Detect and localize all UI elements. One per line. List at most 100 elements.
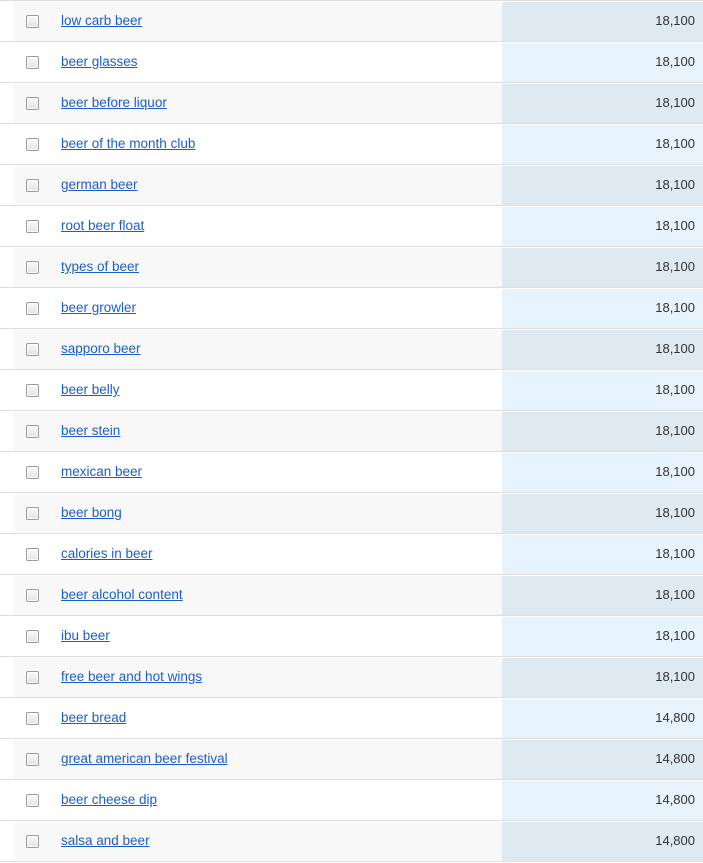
search-volume-value: 18,100 — [655, 341, 695, 356]
table-row[interactable]: calories in beer 18,100 — [0, 533, 703, 575]
row-select-checkbox[interactable] — [26, 834, 39, 848]
keyword-link[interactable]: types of beer — [61, 259, 139, 275]
row-select-checkbox[interactable] — [26, 588, 39, 602]
row-select-checkbox[interactable] — [26, 752, 39, 766]
keyword-link[interactable]: beer stein — [61, 423, 120, 439]
table-row[interactable]: root beer float 18,100 — [0, 205, 703, 247]
row-select-checkbox[interactable] — [26, 55, 39, 69]
search-volume-cell: 18,100 — [502, 164, 703, 206]
row-select-checkbox[interactable] — [26, 547, 39, 561]
keyword-link[interactable]: root beer float — [61, 218, 144, 234]
keyword-cell: german beer — [0, 164, 502, 206]
row-select-checkbox[interactable] — [26, 465, 39, 479]
row-select-checkbox[interactable] — [26, 137, 39, 151]
table-row[interactable]: beer belly 18,100 — [0, 369, 703, 411]
table-row[interactable]: beer bread 14,800 — [0, 697, 703, 739]
search-volume-cell-inner: 18,100 — [502, 575, 703, 615]
keyword-link[interactable]: beer belly — [61, 382, 120, 398]
row-select-checkbox[interactable] — [26, 342, 39, 356]
row-select-checkbox[interactable] — [26, 178, 39, 192]
keyword-link[interactable]: calories in beer — [61, 546, 153, 562]
keyword-link[interactable]: free beer and hot wings — [61, 669, 202, 685]
row-select-checkbox[interactable] — [26, 219, 39, 233]
search-volume-cell-inner: 18,100 — [502, 370, 703, 410]
table-row[interactable]: types of beer 18,100 — [0, 246, 703, 288]
table-row[interactable]: beer alcohol content 18,100 — [0, 574, 703, 616]
row-select-checkbox[interactable] — [26, 14, 39, 28]
keyword-link[interactable]: beer cheese dip — [61, 792, 157, 808]
keyword-link[interactable]: german beer — [61, 177, 138, 193]
row-select-checkbox[interactable] — [26, 301, 39, 315]
keyword-link[interactable]: ibu beer — [61, 628, 110, 644]
row-select-checkbox[interactable] — [26, 383, 39, 397]
row-select-checkbox[interactable] — [26, 629, 39, 643]
table-row[interactable]: beer of the month club 18,100 — [0, 123, 703, 165]
search-volume-cell-inner: 14,800 — [502, 780, 703, 820]
keyword-cell: sapporo beer — [0, 328, 502, 370]
search-volume-value: 18,100 — [655, 54, 695, 69]
keyword-link[interactable]: beer glasses — [61, 54, 138, 70]
table-row[interactable]: beer bong 18,100 — [0, 492, 703, 534]
keyword-cell-inner: free beer and hot wings — [13, 657, 502, 697]
row-select-checkbox[interactable] — [26, 793, 39, 807]
search-volume-value: 18,100 — [655, 259, 695, 274]
search-volume-cell-inner: 18,100 — [502, 124, 703, 164]
search-volume-cell: 18,100 — [502, 205, 703, 247]
row-select-checkbox[interactable] — [26, 260, 39, 274]
table-row[interactable]: beer stein 18,100 — [0, 410, 703, 452]
search-volume-cell-inner: 18,100 — [502, 493, 703, 533]
keyword-cell: free beer and hot wings — [0, 656, 502, 698]
table-row[interactable]: great american beer festival 14,800 — [0, 738, 703, 780]
table-row[interactable]: ibu beer 18,100 — [0, 615, 703, 657]
search-volume-value: 14,800 — [655, 710, 695, 725]
keyword-cell-inner: beer of the month club — [13, 124, 502, 164]
table-row[interactable]: german beer 18,100 — [0, 164, 703, 206]
table-row[interactable]: beer growler 18,100 — [0, 287, 703, 329]
search-volume-cell-inner: 14,800 — [502, 739, 703, 779]
keyword-link[interactable]: beer growler — [61, 300, 136, 316]
keyword-cell-inner: great american beer festival — [13, 739, 502, 779]
search-volume-cell: 18,100 — [502, 656, 703, 698]
keyword-cell-inner: beer bong — [13, 493, 502, 533]
search-volume-cell-inner: 18,100 — [502, 616, 703, 656]
search-volume-value: 18,100 — [655, 136, 695, 151]
keyword-cell: beer bong — [0, 492, 502, 534]
keyword-link[interactable]: mexican beer — [61, 464, 142, 480]
row-select-checkbox[interactable] — [26, 711, 39, 725]
keyword-link[interactable]: beer bread — [61, 710, 126, 726]
table-row[interactable]: free beer and hot wings 18,100 — [0, 656, 703, 698]
keyword-link[interactable]: beer bong — [61, 505, 122, 521]
search-volume-cell-inner: 18,100 — [502, 165, 703, 205]
keyword-link[interactable]: great american beer festival — [61, 751, 228, 767]
search-volume-value: 18,100 — [655, 423, 695, 438]
search-volume-value: 18,100 — [655, 13, 695, 28]
keyword-link[interactable]: low carb beer — [61, 13, 142, 29]
keyword-cell-inner: german beer — [13, 165, 502, 205]
keyword-link[interactable]: beer alcohol content — [61, 587, 183, 603]
keyword-cell: ibu beer — [0, 615, 502, 657]
row-select-checkbox[interactable] — [26, 506, 39, 520]
search-volume-cell: 18,100 — [502, 41, 703, 83]
keyword-cell-inner: beer alcohol content — [13, 575, 502, 615]
keyword-link[interactable]: sapporo beer — [61, 341, 141, 357]
table-row[interactable]: beer cheese dip 14,800 — [0, 779, 703, 821]
keyword-link[interactable]: salsa and beer — [61, 833, 150, 849]
row-select-checkbox[interactable] — [26, 424, 39, 438]
search-volume-value: 14,800 — [655, 751, 695, 766]
search-volume-value: 18,100 — [655, 587, 695, 602]
search-volume-cell-inner: 18,100 — [502, 411, 703, 451]
table-row[interactable]: mexican beer 18,100 — [0, 451, 703, 493]
keyword-cell-inner: low carb beer — [13, 1, 502, 41]
table-row[interactable]: beer glasses 18,100 — [0, 41, 703, 83]
table-row[interactable]: beer before liquor 18,100 — [0, 82, 703, 124]
keyword-cell-inner: beer glasses — [13, 42, 502, 82]
table-row[interactable]: sapporo beer 18,100 — [0, 328, 703, 370]
table-row[interactable]: low carb beer 18,100 — [0, 0, 703, 42]
row-select-checkbox[interactable] — [26, 96, 39, 110]
row-select-checkbox[interactable] — [26, 670, 39, 684]
keyword-link[interactable]: beer before liquor — [61, 95, 167, 111]
keyword-link[interactable]: beer of the month club — [61, 136, 195, 152]
keyword-cell: beer before liquor — [0, 82, 502, 124]
table-row[interactable]: salsa and beer 14,800 — [0, 820, 703, 862]
keyword-cell: types of beer — [0, 246, 502, 288]
